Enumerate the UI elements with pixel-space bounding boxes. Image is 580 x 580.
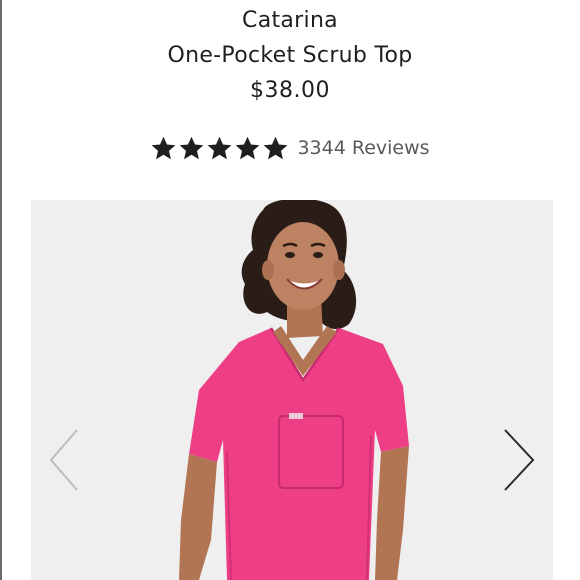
star-icon [234, 135, 261, 162]
chevron-right-icon [504, 429, 535, 491]
previous-image-button[interactable] [47, 428, 87, 492]
star-icon [206, 135, 233, 162]
product-image-gallery[interactable] [31, 200, 553, 580]
reviews-link[interactable]: 3344 Reviews [297, 137, 429, 159]
product-photo [179, 200, 409, 580]
star-icon [150, 135, 177, 162]
next-image-button[interactable] [499, 428, 539, 492]
star-icon [178, 135, 205, 162]
star-rating [150, 135, 289, 162]
product-price: $38.00 [250, 78, 330, 103]
rating-row[interactable]: 3344 Reviews [0, 131, 580, 165]
product-brand: Catarina [242, 8, 338, 33]
chevron-left-icon [49, 429, 78, 491]
star-icon [262, 135, 289, 162]
product-name: One-Pocket Scrub Top [167, 43, 413, 68]
